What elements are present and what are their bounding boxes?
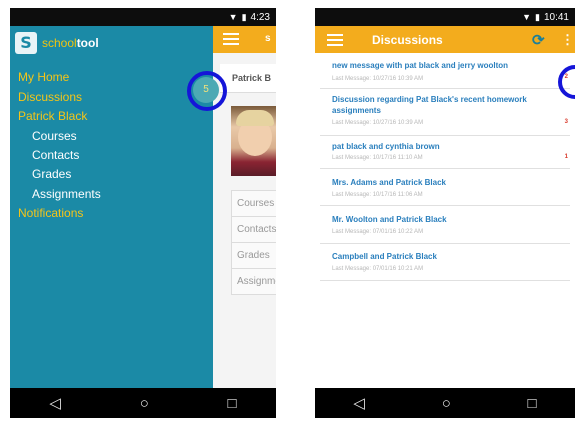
status-time: 4:23	[250, 11, 270, 23]
student-name: Patrick B	[232, 73, 272, 83]
status-time: 10:41	[543, 11, 569, 23]
discussion-title: Mr. Woolton and Patrick Black	[332, 215, 447, 224]
refresh-icon[interactable]: ⟳	[532, 31, 545, 49]
schooltool-logo-icon: S	[15, 32, 37, 54]
discussion-title: Mrs. Adams and Patrick Black	[332, 178, 446, 187]
discussion-title: pat black and cynthia brown	[332, 142, 440, 151]
discussion-item[interactable]: Discussion regarding Pat Black's recent …	[320, 89, 570, 136]
drawer-item-patrick-black[interactable]: Patrick Black	[18, 109, 87, 123]
drawer-item-grades[interactable]: Grades	[32, 167, 71, 181]
drawer-item-my-home[interactable]: My Home	[18, 70, 69, 84]
app-header: Discussions ⟳ ⋮	[315, 26, 575, 53]
android-nav-bar: ◁ ○ □	[315, 388, 575, 418]
discussion-item[interactable]: Mrs. Adams and Patrick Black Last Messag…	[320, 169, 570, 206]
discussion-last-message: Last Message: 10/27/16 10:39 AM	[332, 76, 424, 82]
left-phone: ▼ ▮ 4:23 s Patrick B Courses Contacts Gr…	[10, 8, 276, 418]
discussion-title: Discussion regarding Pat Black's recent …	[332, 95, 527, 115]
discussion-item[interactable]: Campbell and Patrick Black Last Message:…	[320, 244, 570, 281]
page-title: Discussions	[372, 33, 443, 47]
drawer-item-discussions[interactable]: Discussions	[18, 90, 82, 104]
status-bar: ▼ ▮ 10:41	[315, 8, 575, 26]
wifi-icon: ▼	[228, 12, 238, 22]
unread-count: 3	[564, 119, 568, 125]
recents-icon[interactable]: □	[228, 395, 237, 412]
hamburger-menu-icon[interactable]	[327, 34, 343, 46]
app-logo-text: schooltool	[42, 36, 99, 50]
android-nav-bar: ◁ ○ □	[10, 388, 276, 418]
list-item[interactable]: Assignme	[231, 268, 276, 295]
discussion-item[interactable]: new message with pat black and jerry woo…	[320, 56, 570, 89]
drawer-item-contacts[interactable]: Contacts	[32, 148, 79, 162]
discussion-item[interactable]: Mr. Woolton and Patrick Black Last Messa…	[320, 206, 570, 244]
hamburger-menu-icon[interactable]	[223, 33, 239, 45]
recents-icon[interactable]: □	[528, 395, 537, 412]
wifi-icon: ▼	[522, 12, 532, 22]
back-icon[interactable]: ◁	[49, 394, 61, 412]
student-name-card: Patrick B	[220, 64, 276, 93]
battery-icon: ▮	[535, 11, 540, 22]
discussion-last-message: Last Message: 10/17/16 11:10 AM	[332, 155, 423, 161]
drawer-item-notifications[interactable]: Notifications	[18, 206, 83, 220]
list-item[interactable]: Grades	[231, 242, 276, 268]
highlight-circle	[187, 71, 227, 111]
more-options-icon[interactable]: ⋮	[561, 32, 574, 48]
discussion-title: new message with pat black and jerry woo…	[332, 61, 509, 70]
nav-drawer: S schooltool My Home Discussions Patrick…	[10, 26, 213, 388]
home-icon[interactable]: ○	[140, 395, 149, 412]
drawer-item-courses[interactable]: Courses	[32, 129, 77, 143]
app-header: s	[213, 26, 276, 53]
battery-icon: ▮	[241, 11, 247, 22]
home-icon[interactable]: ○	[442, 395, 451, 412]
header-partial-title: s	[265, 33, 271, 44]
back-icon[interactable]: ◁	[353, 394, 365, 412]
drawer-header: S schooltool	[10, 26, 213, 64]
status-bar: ▼ ▮ 4:23	[10, 8, 276, 26]
discussion-last-message: Last Message: 07/01/16 10:22 AM	[332, 229, 424, 235]
discussion-item[interactable]: pat black and cynthia brown Last Message…	[320, 136, 570, 169]
list-item[interactable]: Courses	[231, 190, 276, 216]
list-item[interactable]: Contacts	[231, 216, 276, 242]
drawer-item-assignments[interactable]: Assignments	[32, 187, 101, 201]
discussion-title: Campbell and Patrick Black	[332, 252, 437, 261]
right-phone: ▼ ▮ 10:41 Discussions ⟳ ⋮ new message wi…	[315, 8, 575, 418]
unread-count: 1	[564, 154, 568, 160]
student-menu-list: Courses Contacts Grades Assignme	[231, 190, 276, 295]
student-photo-hair	[236, 110, 274, 126]
discussion-last-message: Last Message: 10/27/16 10:39 AM	[332, 120, 424, 126]
discussion-last-message: Last Message: 07/01/16 10:21 AM	[332, 266, 424, 272]
discussion-last-message: Last Message: 10/17/16 11:06 AM	[332, 192, 423, 198]
